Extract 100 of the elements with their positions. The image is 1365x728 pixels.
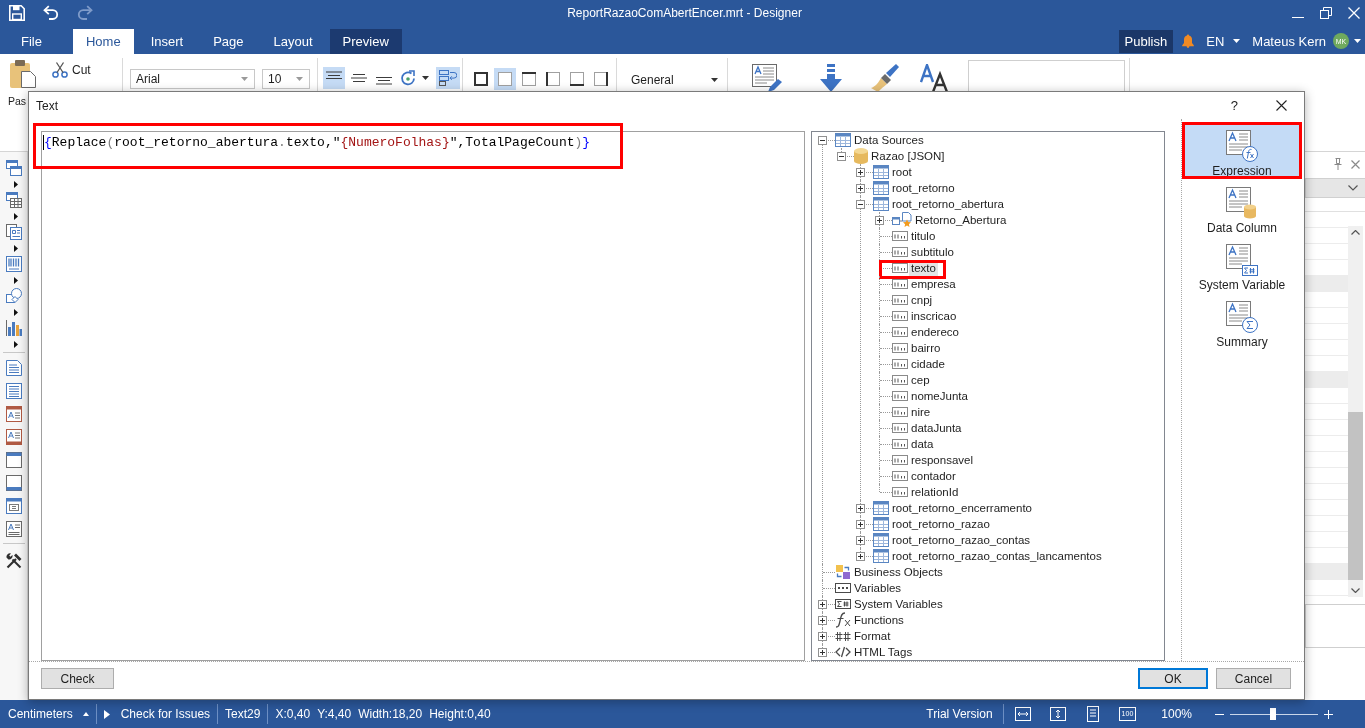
expand-icon[interactable] [818,615,827,625]
expand-icon[interactable] [875,215,884,225]
header-band-icon[interactable] [5,451,22,468]
units-menu[interactable]: Centimeters [8,703,89,725]
help-button[interactable]: ? [1226,98,1242,113]
submenu-arrow-icon[interactable] [13,276,18,284]
collapse-icon[interactable] [856,199,865,209]
font-size-combo[interactable]: 10 [262,69,310,89]
scroll-up-icon[interactable] [1351,230,1360,235]
tree-item[interactable]: empresa [874,276,958,292]
restore-icon[interactable] [1320,6,1332,19]
scrollbar-thumb[interactable] [1348,412,1363,580]
expand-icon[interactable] [856,503,865,513]
ribbon-tab[interactable]: Layout [260,29,326,54]
tree-item[interactable]: root_retorno_encerramento [855,500,1034,516]
expression-editor[interactable]: {Replace(root_retorno_abertura.texto,"{NumeroFolhas}",TotalPageCount)} [41,131,805,661]
tree-item[interactable]: dataJunta [874,420,964,436]
cut-button[interactable]: Cut [50,61,93,79]
expand-icon[interactable] [856,535,865,545]
zoom-in-icon[interactable] [1324,709,1333,719]
tree-item[interactable]: Functions [817,612,906,628]
pin-icon[interactable] [1334,158,1342,170]
caret-down-icon[interactable] [1354,39,1361,43]
arrow-down-icon[interactable] [820,64,842,92]
submenu-arrow-icon[interactable] [13,212,18,220]
letters-icon[interactable] [920,64,948,92]
text-icon[interactable] [5,520,22,537]
scroll-down-icon[interactable] [1351,588,1360,593]
slider-thumb[interactable] [1270,708,1277,720]
summary-button[interactable]: Summary [1185,296,1299,347]
submenu-arrow-icon[interactable] [13,180,18,188]
expression-button[interactable]: Expression [1185,125,1299,176]
user-menu[interactable]: Mateus Kern [1252,33,1326,49]
tree-item[interactable]: HTML Tags [817,644,915,660]
tree-item[interactable]: Data Sources [817,132,926,148]
text-header-icon[interactable] [5,405,22,422]
tree-item[interactable]: root [855,164,914,180]
text-footer-icon[interactable] [5,428,22,445]
tree-item[interactable]: System Variables [817,596,945,612]
brush-icon[interactable] [871,64,899,92]
tree-item[interactable]: root_retorno_razao [855,516,992,532]
ribbon-tab[interactable]: Page [200,29,257,54]
tree-item[interactable]: Format [817,628,893,644]
tree-item[interactable]: nire [874,404,933,420]
zoom-slider[interactable] [1230,708,1318,720]
tree-item[interactable]: contador [874,468,958,484]
expand-icon[interactable] [856,519,865,529]
tree-item[interactable]: cep [874,372,932,388]
tree-item[interactable]: responsavel [874,452,975,468]
collapse-icon[interactable] [837,151,846,161]
stacked-panels-icon[interactable] [5,160,22,176]
expand-icon[interactable] [856,551,865,561]
expand-icon[interactable] [818,647,827,657]
fit-width-icon[interactable] [1014,707,1031,721]
barcode-icon[interactable] [5,256,22,272]
grid-panel-icon[interactable] [5,192,22,208]
footer-band-icon[interactable] [5,474,22,491]
dialog-button[interactable]: Cancel [1216,668,1291,689]
submenu-arrow-icon[interactable] [13,244,18,252]
minimize-icon[interactable] [1292,16,1304,18]
ribbon-tab[interactable]: Preview [329,29,402,54]
tree-item[interactable]: endereco [874,324,961,340]
dialog-button[interactable]: OK [1138,668,1208,689]
vertical-scrollbar[interactable] [1348,226,1363,597]
submenu-arrow-icon[interactable] [13,340,18,348]
page-icon[interactable] [1086,706,1099,722]
expand-icon[interactable] [818,631,827,641]
ribbon-tab[interactable]: Insert [137,29,197,54]
save-icon[interactable] [9,4,25,21]
tree-item[interactable]: cidade [874,356,947,372]
tree-item[interactable]: root_retorno [855,180,957,196]
expand-icon[interactable] [818,599,827,609]
align-top-button[interactable] [323,67,345,89]
word-wrap-button[interactable] [436,67,460,89]
tree-item[interactable]: Variables [817,580,904,596]
fit-height-icon[interactable] [1049,707,1066,721]
expand-icon[interactable] [856,167,865,177]
tree-item[interactable]: Razao [JSON] [836,148,947,164]
close-icon[interactable] [1276,100,1287,111]
shapes-icon[interactable] [5,288,22,304]
tools-icon[interactable] [5,553,22,569]
language-menu[interactable]: EN [1206,33,1241,49]
tree-item[interactable]: bairro [874,340,943,356]
submenu-arrow-icon[interactable] [13,308,18,316]
tree-item[interactable]: root_retorno_razao_contas_lancamentos [855,548,1104,564]
tree-item[interactable]: root_retorno_abertura [855,196,1006,212]
publish-button[interactable]: Publish [1118,29,1174,53]
font-combo[interactable]: Arial [130,69,255,89]
tree-item[interactable]: nomeJunta [874,388,970,404]
bar-chart-icon[interactable] [5,320,22,336]
check-issues-button[interactable]: Check for Issues [103,703,211,725]
collapse-icon[interactable] [818,135,827,145]
tree-item[interactable]: root_retorno_razao_contas [855,532,1033,548]
lined-page-icon[interactable] [5,382,22,399]
tree-item[interactable]: titulo [874,228,938,244]
dialog-button[interactable]: Check [41,668,114,689]
pages-icon[interactable] [5,224,22,240]
tree-item[interactable]: Business Objects [817,564,945,580]
undo-icon[interactable] [43,5,59,20]
tree-item[interactable]: relationId [874,484,961,500]
